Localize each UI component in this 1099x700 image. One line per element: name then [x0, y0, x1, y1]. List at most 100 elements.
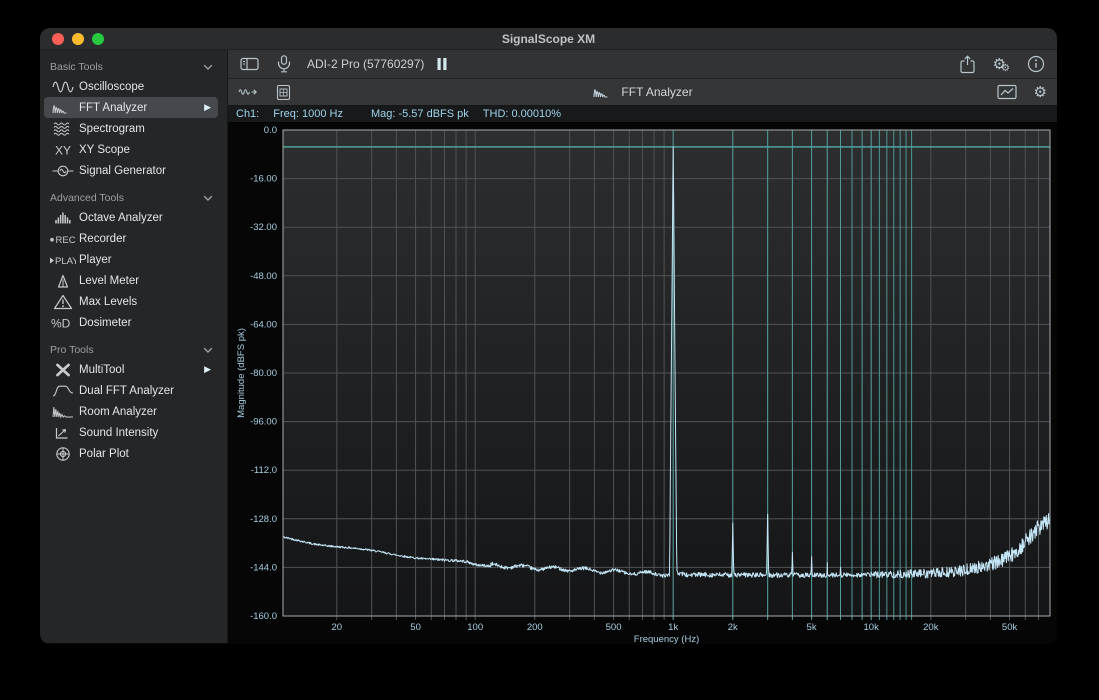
sidebar-item-dosimeter[interactable]: %D Dosimeter [44, 312, 218, 333]
sidebar-item-room-analyzer[interactable]: Room Analyzer [44, 401, 218, 422]
svg-text:-16.00: -16.00 [250, 174, 277, 185]
chart-display-icon[interactable] [997, 84, 1017, 100]
signal-flow-icon[interactable] [238, 85, 258, 99]
pause-icon[interactable] [436, 57, 448, 71]
svg-text:-160.0: -160.0 [250, 611, 277, 622]
gear-icon[interactable]: ⚙ [1034, 85, 1047, 100]
svg-text:10k: 10k [864, 622, 880, 633]
svg-text:200: 200 [527, 622, 543, 633]
minimize-window-button[interactable] [72, 33, 84, 45]
input-device-label[interactable]: ADI-2 Pro (57760297) [307, 57, 424, 71]
sidebar-item-label: Player [79, 254, 112, 266]
sidebar-item-label: MultiTool [79, 364, 124, 376]
sidebar-item-label: XY Scope [79, 144, 130, 156]
sidebar-item-octave-analyzer[interactable]: Octave Analyzer [44, 207, 218, 228]
chevron-down-icon[interactable] [203, 347, 213, 354]
svg-text:%D: %D [51, 316, 71, 330]
svg-text:20: 20 [331, 622, 342, 633]
svg-text:2k: 2k [728, 622, 738, 633]
sidebar-item-label: Room Analyzer [79, 406, 157, 418]
sidebar-item-max-levels[interactable]: Max Levels [44, 291, 218, 312]
fft-spectrum-chart[interactable]: 0.0-16.00-32.00-48.00-64.00-80.00-96.00-… [228, 123, 1057, 644]
svg-text:XY: XY [54, 143, 70, 157]
svg-text:500: 500 [606, 622, 622, 633]
share-icon[interactable] [959, 55, 976, 74]
sidebar-item-label: FFT Analyzer [79, 102, 147, 114]
dualfft-icon [49, 383, 76, 399]
svg-text:-32.00: -32.00 [250, 222, 277, 233]
sidebar-item-dual-fft-analyzer[interactable]: Dual FFT Analyzer [44, 380, 218, 401]
tool-title-label: FFT Analyzer [621, 85, 692, 99]
svg-text:PLAY: PLAY [55, 256, 76, 267]
sidebar-item-sound-intensity[interactable]: Sound Intensity [44, 422, 218, 443]
disclosure-arrow-icon[interactable]: ▶ [204, 102, 214, 113]
octave-icon [49, 210, 76, 226]
section-label: Basic Tools [50, 61, 103, 73]
svg-text:-112.0: -112.0 [251, 465, 277, 476]
sidebar-item-label: Level Meter [79, 275, 139, 287]
chevron-down-icon[interactable] [203, 64, 213, 71]
titlebar[interactable]: SignalScope XM [40, 28, 1057, 50]
sidebar-item-level-meter[interactable]: Level Meter [44, 270, 218, 291]
y-axis-label: Magnitude (dBFS pk) [236, 328, 247, 418]
sidebar-item-label: Max Levels [79, 296, 137, 308]
maxlevels-icon [49, 294, 76, 310]
dosimeter-icon: %D [49, 315, 76, 331]
app-window: SignalScope XM Basic Tools Oscilloscope FF… [40, 28, 1057, 644]
traffic-lights [52, 33, 104, 45]
xy-icon: XY [49, 142, 76, 158]
zoom-window-button[interactable] [92, 33, 104, 45]
x-axis-label: Frequency (Hz) [634, 634, 699, 644]
mag-readout: Mag: -5.57 dBFS pk [371, 108, 469, 120]
section-label: Pro Tools [50, 344, 94, 356]
fft-curve-icon [592, 84, 614, 100]
sidebar-item-signal-generator[interactable]: Signal Generator [44, 160, 218, 181]
svg-text:-144.0: -144.0 [250, 562, 277, 573]
sidebar-toggle-icon[interactable] [240, 56, 259, 72]
sidebar-item-fft-analyzer[interactable]: FFT Analyzer ▶ [44, 97, 218, 118]
sidebar-item-player[interactable]: PLAYPlayer [44, 249, 218, 270]
sidebar-item-xy-scope[interactable]: XY XY Scope [44, 139, 218, 160]
microphone-icon[interactable] [277, 55, 291, 73]
fft-icon [49, 100, 76, 116]
sidebar-section-pro-tools[interactable]: Pro Tools [40, 339, 227, 359]
spectrogram-icon [49, 121, 76, 137]
sidebar-section-basic-tools[interactable]: Basic Tools [40, 56, 227, 76]
tool-title: FFT Analyzer [592, 84, 692, 100]
snapshot-icon[interactable] [276, 84, 291, 101]
sidebar-item-label: Sound Intensity [79, 427, 158, 439]
sidebar-item-label: Dosimeter [79, 317, 131, 329]
levelmeter-icon [49, 273, 76, 289]
settings-gears-icon[interactable]: ⚙⚙ [993, 57, 1010, 72]
disclosure-arrow-icon[interactable]: ▶ [204, 364, 214, 375]
multitool-icon [49, 362, 76, 378]
sidebar-item-polar-plot[interactable]: Polar Plot [44, 443, 218, 464]
freq-readout: Freq: 1000 Hz [273, 108, 343, 120]
sidebar-item-oscilloscope[interactable]: Oscilloscope [44, 76, 218, 97]
tool-toolbar: FFT Analyzer ⚙ [228, 79, 1057, 106]
thd-readout: THD: 0.00010% [483, 108, 561, 120]
info-icon[interactable] [1027, 55, 1045, 73]
sidebar-item-label: Dual FFT Analyzer [79, 385, 174, 397]
svg-text:1k: 1k [668, 622, 678, 633]
polar-icon [49, 446, 76, 462]
sidebar: Basic Tools Oscilloscope FFT Analyzer ▶ Spec… [40, 50, 228, 643]
sidebar-item-label: Oscilloscope [79, 81, 144, 93]
svg-text:-48.00: -48.00 [250, 271, 277, 282]
channel-label: Ch1: [236, 108, 259, 120]
oscilloscope-icon [49, 79, 76, 95]
sidebar-item-multitool[interactable]: MultiTool ▶ [44, 359, 218, 380]
play-icon: PLAY [49, 252, 76, 268]
svg-text:-80.00: -80.00 [250, 368, 277, 379]
svg-text:-128.0: -128.0 [250, 514, 277, 525]
rec-icon: REC [49, 231, 76, 247]
measurement-statusbar: Ch1: Freq: 1000 Hz Mag: -5.57 dBFS pk TH… [228, 106, 1057, 123]
section-label: Advanced Tools [50, 192, 124, 204]
sidebar-item-recorder[interactable]: RECRecorder [44, 228, 218, 249]
sidebar-item-spectrogram[interactable]: Spectrogram [44, 118, 218, 139]
chevron-down-icon[interactable] [203, 195, 213, 202]
sidebar-section-advanced-tools[interactable]: Advanced Tools [40, 187, 227, 207]
intensity-icon [49, 425, 76, 441]
fft-chart-panel: 0.0-16.00-32.00-48.00-64.00-80.00-96.00-… [228, 123, 1057, 643]
close-window-button[interactable] [52, 33, 64, 45]
